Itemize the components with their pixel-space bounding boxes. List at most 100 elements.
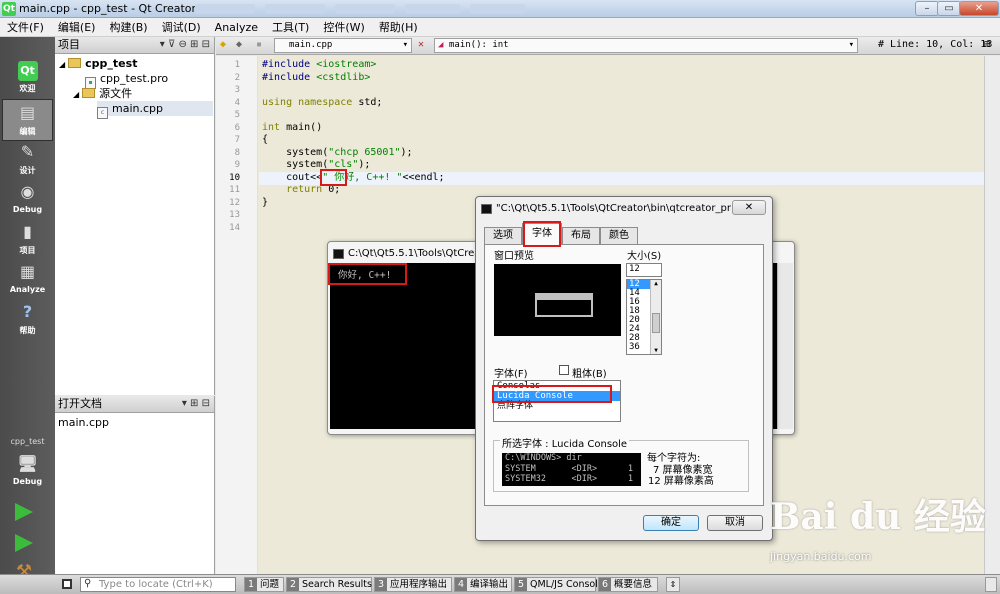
code-token: system( [262,159,329,170]
tree-item-pro-file[interactable]: ▪ cpp_test.pro [85,71,168,89]
run-icon[interactable] [15,503,33,521]
tab-number: 1 [245,578,257,591]
minimize-button[interactable]: – [915,1,939,16]
tree-item-sources[interactable]: ◢ 源文件 [73,86,132,101]
line-number: 9 [234,160,240,170]
symbol-combo[interactable]: ◢ main(): int ▾ [434,38,858,53]
code-line: system("chcp 65001"); [262,146,412,160]
panel-tools[interactable]: ▾ ⊽ ⊖ ⊞ ⊟ [160,37,210,53]
menu-build[interactable]: 构建(B) [102,19,154,35]
cancel-button[interactable]: 取消 [707,515,763,531]
tab-label: 概要信息 [614,579,653,590]
code-token: main() [286,121,323,133]
size-list[interactable]: 12 14 16 18 20 24 28 36 ▲ ▼ [626,279,662,355]
output-pane-tab[interactable]: 3 应用程序输出 [374,577,452,592]
dialog-title: "C:\Qt\Qt5.5.1\Tools\QtCreator\bin\qtcre… [496,203,731,214]
close-button[interactable]: ✕ [959,1,999,16]
console-scrollbar[interactable] [777,263,793,429]
editor-vertical-scrollbar[interactable] [984,56,1000,574]
debug-run-icon[interactable] [15,534,33,552]
mode-projects[interactable]: ▮ 项目 [2,219,53,261]
search-icon: ⚲ [84,578,92,589]
mode-analyze[interactable]: ▦ Analyze [2,259,53,301]
menu-widgets[interactable]: 控件(W) [316,19,371,35]
status-bar: Type to locate (Ctrl+K) ⚲ 1 问题 2 Search Res… [0,574,1000,594]
status-corner-button[interactable] [985,577,997,592]
code-token: { [262,134,269,145]
size-list-scrollbar[interactable]: ▲ ▼ [650,280,661,354]
maximize-button[interactable]: ▭ [937,1,961,16]
code-token: "chcp 65001" [328,146,401,158]
size-option[interactable]: 36 [627,343,651,352]
output-pane-tab[interactable]: 6 概要信息 [598,577,658,592]
scroll-down-icon: ▼ [654,347,658,354]
code-token: std; [358,96,383,108]
output-pane-tab[interactable]: 4 编译输出 [454,577,512,592]
scroll-thumb[interactable] [652,313,660,333]
tree-item-main-cpp[interactable]: c main.cpp [97,101,213,119]
collapse-arrow-icon: ◢ [59,60,66,69]
project-panel: 项目 ▾ ⊽ ⊖ ⊞ ⊟ ◢ cpp_test ▪ cpp_test.pro ◢ 源文… [55,37,215,395]
taskbar-ghost [470,4,525,14]
mode-design[interactable]: ✎ 设计 [2,139,53,181]
mode-help[interactable]: ? 帮助 [2,299,53,341]
open-doc-item[interactable]: main.cpp [58,415,109,430]
tab-colors[interactable]: 颜色 [600,227,638,244]
ok-button[interactable]: 确定 [643,515,699,531]
annotation-box-output [328,263,407,285]
output-pane-tab[interactable]: 2 Search Results [286,577,372,592]
tab-label: QML/JS Console [530,579,604,590]
back-arrow-icon[interactable]: ◆ [220,39,226,50]
dialog-close-button[interactable]: ✕ [732,200,766,215]
menu-analyze[interactable]: Analyze [208,21,265,34]
console-icon [333,249,344,259]
close-document-icon[interactable]: ✕ [418,39,424,50]
code-line: { [262,134,268,147]
menu-file[interactable]: 文件(F) [0,19,51,35]
output-pane-tab[interactable]: 1 问题 [244,577,284,592]
output-panes-toggle-icon[interactable]: ⇕ [666,577,680,592]
sidebar-toggle-icon[interactable] [62,579,72,589]
file-combo[interactable]: main.cpp ▾ [274,38,412,53]
line-number: 14 [229,222,240,233]
line-number-gutter: 1 2 3 4 5 6 7 8 9 10 11 12 13 14 [216,56,258,574]
tab-layout[interactable]: 布局 [562,227,600,244]
debug-icon: ◉ [20,182,35,201]
size-input[interactable]: 12 [626,263,662,277]
output-pane-tab[interactable]: 5 QML/JS Console [514,577,604,592]
line-number: 2 [234,72,240,83]
kit-selector[interactable]: 🖥 Debug [2,451,53,493]
mode-debug[interactable]: ◉ Debug [2,179,53,221]
mode-welcome[interactable]: Qt 欢迎 [2,59,53,101]
tab-number: 3 [375,578,387,591]
tab-options[interactable]: 选项 [484,227,522,244]
window-preview [494,264,621,336]
bold-checkbox[interactable] [559,365,569,375]
font-sample: C:\WINDOWS> dir SYSTEM <DIR> 1 SYSTEM32 … [502,453,641,486]
code-token: return [262,184,329,195]
menu-debug[interactable]: 调试(D) [155,19,208,35]
size-label: 大小(S) [627,251,662,262]
forward-arrow-icon[interactable]: ◆ [236,39,242,50]
menu-edit[interactable]: 编辑(E) [51,19,103,35]
tree-item-project[interactable]: ◢ cpp_test [59,56,137,71]
annotation-box-font-select [492,385,612,403]
project-folder-icon [68,58,82,68]
code-line: #include <cstdlib> [262,72,370,85]
panel-tools[interactable]: ▾ ⊞ ⊟ [182,396,210,412]
code-line: system("cls"); [262,159,370,172]
split-icon[interactable]: ⊞ [984,39,990,50]
menu-help[interactable]: 帮助(H) [372,19,425,35]
mode-edit[interactable]: ▤ 编辑 [2,99,53,141]
collapse-arrow-icon: ◢ [73,90,80,99]
cpp-file-icon: c [97,107,108,119]
code-line: cout<<" 你好, C++! "<<endl; [262,172,445,185]
taskbar-ghost [335,4,395,14]
locate-input[interactable]: Type to locate (Ctrl+K) [80,577,236,592]
char-height: 12 屏幕像素高 [648,476,714,487]
tab-label: 问题 [260,579,280,590]
code-token: cout<< [262,171,323,183]
watermark-url: jingyan.baidu.com [770,550,872,563]
menu-tools[interactable]: 工具(T) [265,19,316,35]
qt-creator-window: Qt main.cpp - cpp_test - Qt Creator – ▭ … [0,0,1000,594]
